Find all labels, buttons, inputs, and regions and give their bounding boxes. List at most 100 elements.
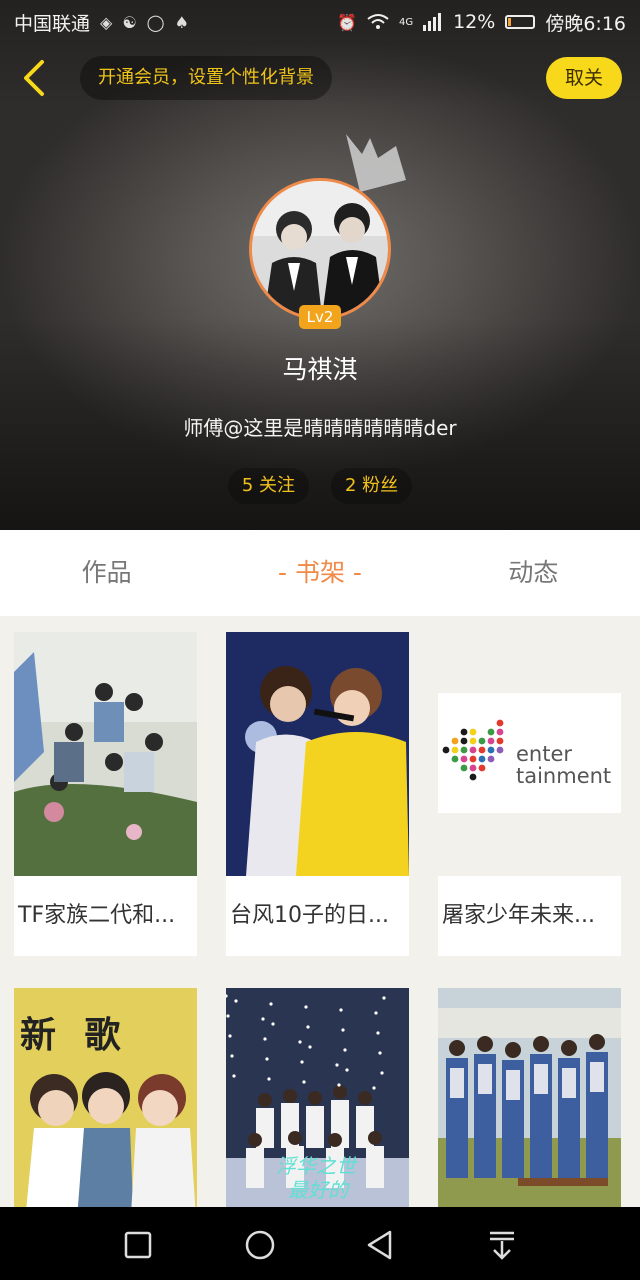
- sparkle: [376, 1031, 380, 1035]
- logo-dot: [451, 755, 459, 763]
- sparkle: [341, 1028, 345, 1032]
- unfollow-button[interactable]: 取关: [546, 57, 622, 99]
- home-icon[interactable]: [240, 1225, 280, 1265]
- back-icon[interactable]: [360, 1225, 400, 1265]
- logo-dot: [442, 746, 450, 754]
- avatar[interactable]: [249, 178, 391, 320]
- tab-works[interactable]: 作品: [0, 530, 213, 616]
- sparkle: [378, 1051, 382, 1055]
- entertainment-logo: enter tainment: [438, 693, 621, 813]
- sparkle: [306, 1025, 310, 1029]
- logo-dot: [487, 728, 495, 736]
- cover-text-2: 最好的: [288, 1178, 348, 1202]
- book-cover[interactable]: [438, 988, 621, 1207]
- top-bar: 开通会员，设置个性化背景 取关: [0, 56, 640, 102]
- sparkle: [267, 1077, 271, 1081]
- logo-dot: [460, 737, 468, 745]
- profile-tabs: 作品 - 书架 - 动态: [0, 530, 640, 616]
- logo-text-line2: tainment: [516, 764, 612, 788]
- book-cover[interactable]: enter tainment: [438, 632, 621, 876]
- user-name: 马祺淇: [282, 355, 358, 384]
- book-cover[interactable]: 新 歌: [14, 988, 197, 1207]
- sparkle: [228, 1034, 232, 1038]
- user-bio: 师傅@这里是晴晴晴晴晴晴der: [183, 416, 457, 440]
- tab-activity[interactable]: 动态: [427, 530, 640, 616]
- sparkle: [271, 1022, 275, 1026]
- logo-dot: [478, 755, 486, 763]
- sparkle: [382, 996, 386, 1000]
- logo-dot: [496, 728, 504, 736]
- bookshelf-grid: TF家族二代和... 台风10子的日... enter tainment 屠家少…: [14, 632, 626, 1207]
- book-card[interactable]: 浮华之世 最好的: [226, 988, 409, 1207]
- sparkle: [339, 1008, 343, 1012]
- logo-dot: [469, 755, 477, 763]
- book-cover[interactable]: [226, 632, 409, 876]
- sparkle: [226, 1014, 230, 1018]
- sparkle: [380, 1071, 384, 1075]
- logo-text-line1: enter: [516, 742, 573, 766]
- book-title[interactable]: 屠家少年未来...: [438, 876, 621, 956]
- logo-dot: [478, 737, 486, 745]
- book-card[interactable]: 台风10子的日...: [226, 632, 409, 956]
- system-nav-bar: [0, 1207, 640, 1280]
- sparkle: [269, 1002, 273, 1006]
- logo-dot: [460, 746, 468, 754]
- logo-dot: [460, 764, 468, 772]
- cover-text: 新 歌: [20, 1015, 129, 1056]
- book-card[interactable]: [438, 988, 621, 1207]
- sparkle: [335, 1063, 339, 1067]
- sparkle: [374, 1011, 378, 1015]
- avatar-container[interactable]: Lv2: [249, 178, 391, 329]
- following-count[interactable]: 5 关注: [227, 468, 309, 504]
- network-type-label: 4G: [398, 16, 414, 28]
- book-card[interactable]: 新 歌: [14, 988, 197, 1207]
- logo-dot: [460, 755, 468, 763]
- logo-dot: [469, 737, 477, 745]
- book-title[interactable]: 台风10子的日...: [226, 876, 409, 956]
- status-bar: 中国联通 ◈ ☯ ◯ ♠ ⏰ 4G 12% 傍晚6:16: [0, 0, 640, 44]
- battery-percent: 12%: [453, 11, 496, 33]
- signal-icon: [423, 13, 442, 31]
- battery-icon: [505, 15, 536, 29]
- carrier-label: 中国联通: [14, 12, 91, 35]
- logo-dot: [496, 719, 504, 727]
- sparkle: [300, 1060, 304, 1064]
- logo-dot: [487, 737, 495, 745]
- logo-dot: [469, 728, 477, 736]
- notification-pulldown-icon[interactable]: [482, 1225, 522, 1265]
- sparkle: [343, 1048, 347, 1052]
- qq-icon: ♠: [174, 12, 189, 32]
- book-cover[interactable]: 浮华之世 最好的: [226, 988, 409, 1207]
- sparkle: [302, 1080, 306, 1084]
- recent-apps-icon[interactable]: [118, 1225, 158, 1265]
- sparkle: [261, 1017, 265, 1021]
- sparkle: [345, 1068, 349, 1072]
- logo-dot: [469, 746, 477, 754]
- profile-header: 中国联通 ◈ ☯ ◯ ♠ ⏰ 4G 12% 傍晚6:16 开通会员，设置个性化背…: [0, 0, 640, 530]
- sparkle: [308, 1045, 312, 1049]
- book-card[interactable]: TF家族二代和...: [14, 632, 197, 956]
- logo-dot: [478, 746, 486, 754]
- sparkle: [265, 1057, 269, 1061]
- logo-dot: [496, 746, 504, 754]
- sparkle: [232, 1074, 236, 1078]
- avatar-photo: [252, 181, 388, 317]
- clock: 傍晚6:16: [545, 12, 626, 35]
- book-title[interactable]: TF家族二代和...: [14, 876, 197, 956]
- wechat-icon: ◯: [146, 12, 165, 32]
- book-cover[interactable]: [14, 632, 197, 876]
- sparkle: [337, 1083, 341, 1087]
- app-notification-icon: ☯: [122, 12, 137, 32]
- vip-background-banner[interactable]: 开通会员，设置个性化背景: [80, 56, 332, 100]
- logo-dot: [451, 737, 459, 745]
- logo-dot: [469, 773, 477, 781]
- back-arrow-icon[interactable]: [18, 58, 58, 98]
- sparkle: [234, 999, 238, 1003]
- book-card[interactable]: enter tainment 屠家少年未来...: [438, 632, 621, 956]
- user-stats: 5 关注 2 粉丝: [0, 468, 640, 504]
- followers-count[interactable]: 2 粉丝: [331, 468, 413, 504]
- tab-bookshelf[interactable]: - 书架 -: [213, 530, 426, 616]
- shield-icon: ◈: [100, 12, 113, 32]
- logo-dot: [487, 755, 495, 763]
- logo-dot: [487, 746, 495, 754]
